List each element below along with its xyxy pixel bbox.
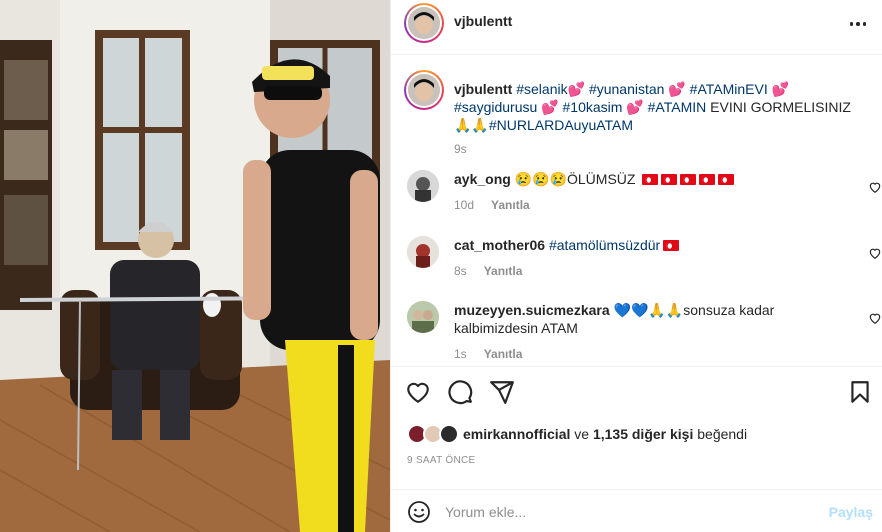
post-header: vjbulentt [391,0,882,55]
caption-text-fragment: 💕 [664,81,690,97]
photo-illustration [0,0,390,532]
share-icon[interactable] [489,379,515,405]
caption-hashtag[interactable]: #NURLARDAuyuATAM [489,117,633,133]
emoji-icon[interactable] [407,500,431,524]
comment-input[interactable] [445,498,805,526]
comment-time: 1s [454,347,467,361]
reply-button[interactable]: Yanıtla [491,198,530,212]
reply-button[interactable]: Yanıtla [484,347,523,361]
turkish-flag-icon [663,240,680,251]
liker-avatars[interactable] [407,424,459,444]
turkish-flag-icon [642,174,659,185]
like-comment-heart-icon[interactable] [868,180,882,194]
comment-text: ayk_ong 😢😢😢ÖLÜMSÜZ [454,170,824,188]
comment-meta: 10d Yanıtla [454,198,530,212]
caption-hashtag[interactable]: #10kasim [563,99,623,115]
turkish-flag-icon [680,174,697,185]
instagram-post: vjbulentt vjbulentt #selanik💕 #yunanista… [0,0,882,532]
caption-hashtag[interactable]: #saygidurusu [454,99,537,115]
likes-summary: emirkannofficial ve 1,135 diğer kişi beğ… [407,424,747,444]
more-horizontal-icon[interactable] [847,13,869,35]
heart-icon[interactable] [405,379,431,405]
avatar[interactable] [404,3,444,43]
caption-time: 9s [454,142,467,156]
comment-username[interactable]: cat_mother06 [454,237,545,253]
comment-avatar[interactable] [407,236,439,268]
reply-button[interactable]: Yanıtla [484,264,523,278]
turkish-flag-icon [699,174,716,185]
caption-text-fragment: 💕 [622,99,648,115]
caption-text-fragment: 💕 [567,81,589,97]
caption-avatar[interactable] [404,70,444,110]
caption-username[interactable]: vjbulentt [454,81,512,97]
like-comment-heart-icon[interactable] [868,246,882,260]
comment-avatar[interactable] [407,170,439,202]
liker-username[interactable]: emirkannofficial [463,426,570,442]
caption-text: vjbulentt #selanik💕 #yunanistan 💕 #ATAMi… [454,80,864,134]
posted-time: 9 SAAT ÖNCE [407,455,476,466]
likes-line: emirkannofficial ve 1,135 diğer kişi beğ… [463,426,747,442]
action-bar [405,379,515,405]
comment-meta: 8s Yanıtla [454,264,522,278]
likes-count[interactable]: 1,135 diğer kişi [593,426,693,442]
comment-username[interactable]: ayk_ong [454,171,511,187]
comment-time: 8s [454,264,467,278]
comment-text: cat_mother06 #atamölümsüzdür [454,236,824,254]
turkish-flag-icon [661,174,678,185]
post-detail-panel: vjbulentt vjbulentt #selanik💕 #yunanista… [390,0,882,532]
bookmark-icon[interactable] [847,379,873,405]
turkish-flag-icon [718,174,735,185]
caption-text-fragment: 💕 [767,81,790,97]
post-comment-button[interactable]: Paylaş [829,504,873,520]
comment-icon[interactable] [447,379,473,405]
comment-text: muzeyyen.suicmezkara 💙💙🙏🙏sonsuza kadar k… [454,301,824,337]
comment-username[interactable]: muzeyyen.suicmezkara [454,302,610,318]
comment-meta: 1s Yanıtla [454,347,522,361]
caption-hashtag[interactable]: #ATAMinEVI [690,81,768,97]
caption-hashtag[interactable]: #yunanistan [589,81,665,97]
add-comment-bar: Paylaş [391,489,882,532]
comment-time: 10d [454,198,475,212]
comment-body: 😢😢😢ÖLÜMSÜZ [510,171,640,187]
comment-hashtag[interactable]: #atamölümsüzdür [549,237,660,253]
header-username[interactable]: vjbulentt [454,13,512,29]
caption-hashtag[interactable]: #selanik [516,81,567,97]
likes-suffix: beğendi [693,426,748,442]
caption-hashtag[interactable]: #ATAMIN [648,99,707,115]
comment-avatar[interactable] [407,301,439,333]
comments-list: vjbulentt #selanik💕 #yunanistan 💕 #ATAMi… [391,56,882,365]
post-actions: emirkannofficial ve 1,135 diğer kişi beğ… [391,366,882,532]
caption-text-fragment: 💕 [537,99,563,115]
like-comment-heart-icon[interactable] [868,311,882,325]
post-photo[interactable] [0,0,390,532]
likes-connector: ve [570,426,593,442]
